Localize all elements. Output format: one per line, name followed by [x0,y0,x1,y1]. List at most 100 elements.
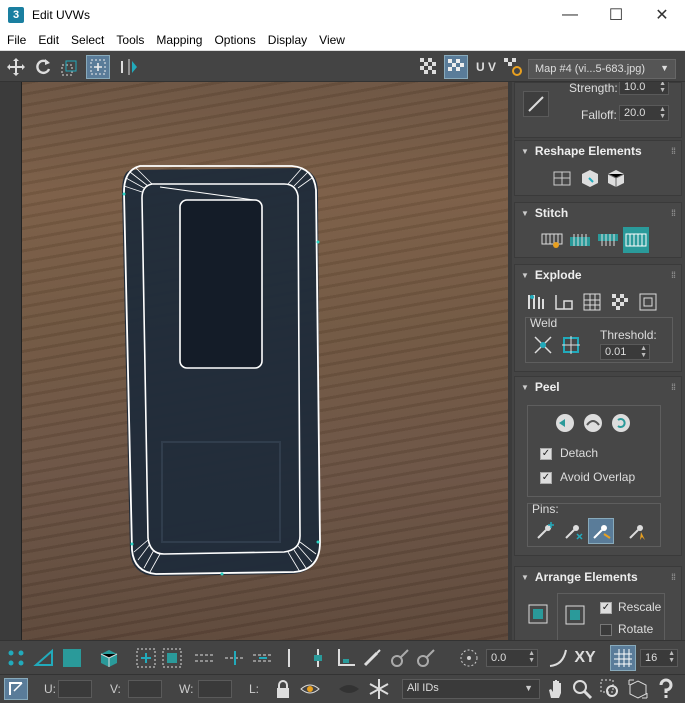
relax-icon[interactable] [577,165,603,191]
menu-options[interactable]: Options [207,33,260,47]
spinner-arrows-icon[interactable]: ▲ ▼ [659,82,666,94]
spinner-arrows-icon[interactable]: ▲ ▼ [528,650,535,664]
explode-header[interactable]: ▼ Explode ⁞⁞ [515,265,681,285]
grid-value-field[interactable]: 16 ▲ ▼ [640,649,678,667]
relax-tool-icon[interactable] [603,165,629,191]
edge-mode-icon[interactable] [32,647,56,669]
threshold-spinner[interactable]: 0.01 ▲ ▼ [600,344,650,360]
menu-display[interactable]: Display [261,33,312,47]
peel-header[interactable]: ▼ Peel ⁞⁞ [515,377,681,397]
minimize-button[interactable]: — [547,0,593,30]
stitch-target-icon[interactable] [623,227,649,253]
rotate-checkbox[interactable]: ✓ [600,624,612,636]
collapse-triangle-icon: ▼ [521,270,529,280]
face-mode-icon[interactable] [60,647,84,669]
rescale-checkbox[interactable]: ✓ [600,602,612,614]
close-button[interactable]: ✕ [639,0,685,30]
flatten-by-smoothing-icon[interactable] [607,289,633,315]
menu-mapping[interactable]: Mapping [149,33,207,47]
menu-edit[interactable]: Edit [31,33,64,47]
help-icon[interactable] [654,678,678,700]
show-map-icon[interactable] [444,55,468,79]
peel-mode-icon[interactable] [580,410,606,436]
menu-file[interactable]: File [0,33,31,47]
checker-icon[interactable] [417,55,441,79]
hide-icon[interactable] [298,678,322,700]
menu-tools[interactable]: Tools [109,33,149,47]
scale-icon[interactable] [58,55,82,79]
stitch-average-icon[interactable] [595,227,621,253]
zoom-region-icon[interactable] [598,678,622,700]
uv-canvas[interactable] [22,82,510,640]
falloff-curve-icon[interactable] [546,647,570,669]
pack-custom-icon[interactable] [562,602,588,628]
straighten-icon[interactable] [549,165,575,191]
pin-select-icon[interactable] [624,518,650,544]
reshape-elements-header[interactable]: ▼ Reshape Elements ⁞⁞ [515,141,681,161]
texture-map-dropdown[interactable]: Map #4 (vi...5-683.jpg) ▼ [528,59,676,79]
align-vertical-icon[interactable] [306,647,330,669]
avoid-overlap-checkbox[interactable]: ✓ [540,472,552,484]
v-field[interactable] [128,680,162,698]
vertex-mode-icon[interactable] [4,647,28,669]
pin-remove-icon[interactable] [560,518,586,544]
weld-target-icon[interactable] [558,332,584,358]
show-icon[interactable] [336,678,362,700]
paint-grow-icon[interactable] [388,647,412,669]
freeze-icon[interactable] [366,678,392,700]
stitch-source-icon[interactable] [567,227,593,253]
grow-selection-icon[interactable] [134,647,158,669]
flatten-by-polygon-icon[interactable] [579,289,605,315]
detach-checkbox[interactable]: ✓ [540,448,552,460]
zoom-extents-icon[interactable] [626,678,650,700]
spinner-arrows-icon[interactable]: ▲ ▼ [668,650,675,664]
pan-icon[interactable] [544,678,568,700]
strength-spinner[interactable]: 10.0 ▲ ▼ [619,82,669,95]
w-field[interactable] [198,680,232,698]
ring-shrink-icon[interactable] [250,647,276,669]
pin-add-icon[interactable] [532,518,558,544]
spinner-arrows-icon[interactable]: ▲ ▼ [640,345,647,359]
paint-select-icon[interactable] [360,647,384,669]
soft-value-field[interactable]: 0.0 ▲ ▼ [486,649,538,667]
soft-selection-icon[interactable] [456,647,482,669]
menu-view[interactable]: View [312,33,350,47]
ring-grow-icon[interactable] [222,647,248,669]
map-settings-icon[interactable] [501,55,525,79]
shrink-selection-icon[interactable] [160,647,184,669]
left-scroll-strip[interactable] [0,82,22,640]
spinner-arrows-icon[interactable]: ▲ ▼ [659,106,666,120]
detach-edge-icon[interactable] [551,289,577,315]
maximize-button[interactable]: ☐ [593,0,639,30]
element-mode-icon[interactable] [96,647,122,669]
uv-label[interactable]: U V [472,55,500,79]
absolute-offset-icon[interactable] [4,678,28,700]
mirror-icon[interactable] [117,55,141,79]
zoom-icon[interactable] [570,678,594,700]
rotate-icon[interactable] [31,55,55,79]
u-field[interactable] [58,680,92,698]
falloff-spinner[interactable]: 20.0 ▲ ▼ [619,105,669,121]
move-icon[interactable] [4,55,28,79]
brush-falloff-icon[interactable] [523,91,549,117]
peel-quick-icon[interactable] [552,410,578,436]
stitch-header[interactable]: ▼ Stitch ⁞⁞ [515,203,681,223]
lock-icon[interactable] [272,678,294,700]
peel-reset-icon[interactable] [608,410,634,436]
align-horizontal-icon[interactable] [334,647,358,669]
pin-auto-icon[interactable] [588,518,614,544]
stitch-custom-icon[interactable] [539,227,565,253]
arrange-elements-header[interactable]: ▼ Arrange Elements ⁞⁞ [515,567,681,587]
loop-grow-icon[interactable] [192,647,218,669]
flatten-by-material-icon[interactable] [635,289,661,315]
menu-select[interactable]: Select [64,33,109,47]
break-icon[interactable] [523,289,549,315]
grid-snap-icon[interactable] [610,645,636,671]
uv-viewport[interactable] [22,82,510,640]
xy-label[interactable]: XY [572,647,598,669]
ids-dropdown[interactable]: All IDs ▼ [402,679,540,699]
weld-selected-icon[interactable] [530,332,556,358]
paint-shrink-icon[interactable] [414,647,438,669]
freeform-icon[interactable] [86,55,110,79]
pack-normalize-icon[interactable] [525,601,551,627]
